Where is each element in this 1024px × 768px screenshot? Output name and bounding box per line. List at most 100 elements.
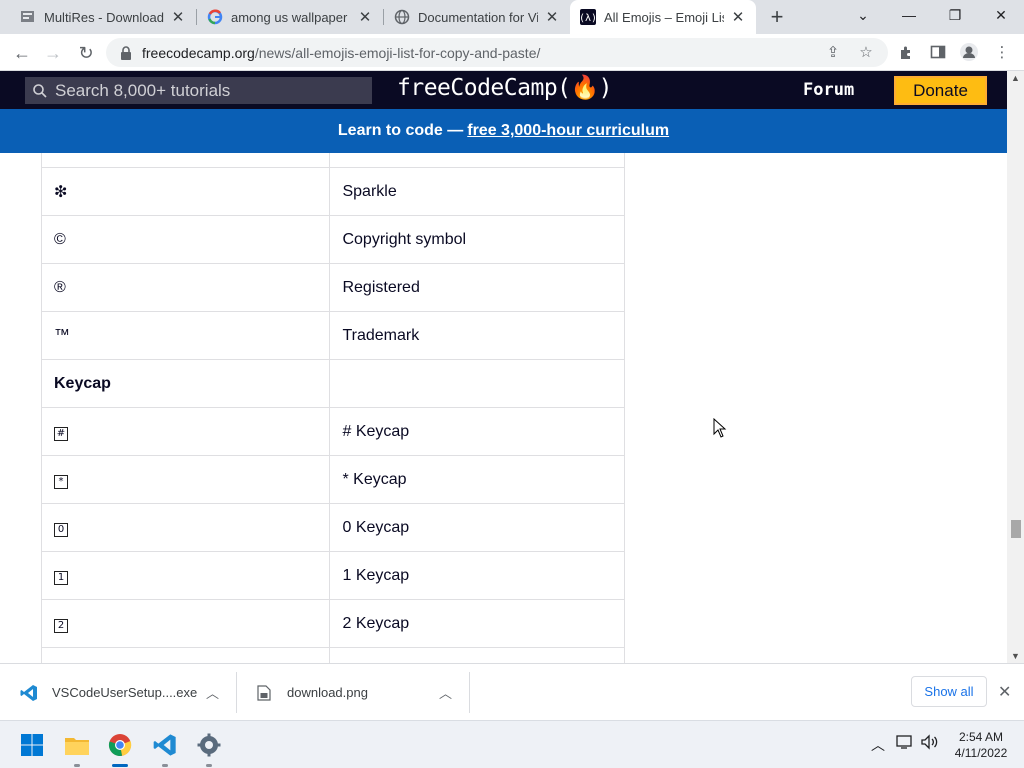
file-icon — [255, 684, 273, 702]
url-host: freecodecamp.org — [142, 44, 255, 61]
browser-toolbar: ← → ↻ freecodecamp.org/news/all-emojis-e… — [0, 34, 1024, 71]
file-explorer-icon[interactable] — [61, 729, 93, 761]
table-row: 0 0 Keycap — [41, 503, 625, 552]
emoji-cell: ❇ — [41, 167, 331, 216]
emoji-description-cell: Registered — [329, 263, 625, 312]
tab-documentation[interactable]: Documentation for Vis ✕ — [384, 0, 570, 34]
vscode-icon[interactable] — [149, 729, 181, 761]
address-bar[interactable]: freecodecamp.org/news/all-emojis-emoji-l… — [106, 38, 888, 67]
side-panel-icon[interactable] — [927, 41, 949, 63]
donate-button[interactable]: Donate — [894, 76, 987, 105]
table-row — [41, 647, 625, 663]
close-window-button[interactable]: ✕ — [978, 0, 1024, 30]
mouse-cursor-icon — [713, 418, 727, 438]
emoji-description-cell: 2 Keycap — [329, 599, 625, 648]
tab-search-button[interactable]: ⌄ — [840, 0, 886, 30]
scroll-thumb[interactable] — [1011, 520, 1021, 538]
forward-button[interactable]: → — [40, 40, 66, 66]
table-row: ❇ Sparkle — [41, 167, 625, 216]
globe-icon — [394, 9, 410, 25]
tab-google[interactable]: among us wallpaper - G ✕ — [197, 0, 383, 34]
download-filename: download.png — [287, 685, 368, 700]
emoji-cell: 0 — [41, 503, 331, 552]
download-item-vscode[interactable]: VSCodeUserSetup....exe ︿ — [20, 664, 235, 721]
settings-icon[interactable] — [193, 729, 225, 761]
clock-time: 2:54 AM — [958, 730, 1004, 744]
app-indicator — [206, 764, 212, 767]
minimize-button[interactable]: — — [886, 0, 932, 30]
search-input[interactable]: Search 8,000+ tutorials — [25, 77, 372, 104]
emoji-cell: © — [41, 215, 331, 264]
app-indicator — [162, 764, 168, 767]
close-icon[interactable]: ✕ — [170, 9, 186, 26]
learn-banner: Learn to code — free 3,000-hour curricul… — [0, 109, 1007, 153]
scroll-down-arrow[interactable]: ▼ — [1011, 651, 1020, 661]
reload-button[interactable]: ↻ — [73, 40, 99, 66]
search-placeholder: Search 8,000+ tutorials — [55, 80, 231, 100]
banner-text: Learn to code — — [337, 122, 464, 139]
extensions-icon[interactable] — [895, 41, 917, 63]
keycap-glyph: 1 — [54, 570, 68, 585]
close-icon[interactable]: ✕ — [357, 9, 373, 26]
emoji-cell: * — [41, 455, 331, 504]
emoji-description-cell: # Keycap — [329, 407, 625, 456]
download-bar: VSCodeUserSetup....exe ︿ download.png ︿ … — [0, 663, 1024, 720]
close-icon[interactable]: ✕ — [730, 9, 746, 26]
fcc-navbar: Search 8,000+ tutorials freeCodeCamp(🔥) … — [0, 71, 1007, 109]
emoji-description-cell — [329, 359, 625, 408]
download-filename: VSCodeUserSetup....exe — [52, 685, 198, 700]
restore-button[interactable]: ❐ — [932, 0, 978, 30]
table-row: ™ Trademark — [41, 311, 625, 360]
table-row: * * Keycap — [41, 455, 625, 504]
page-scrollbar[interactable]: ▲ ▼ — [1007, 71, 1024, 663]
search-icon — [33, 83, 47, 98]
show-hidden-icons-chevron-icon[interactable]: ︿ — [871, 735, 885, 755]
keycap-glyph: 0 — [54, 522, 68, 537]
volume-icon[interactable] — [920, 734, 940, 753]
network-icon[interactable] — [896, 734, 914, 753]
chevron-up-icon[interactable]: ︿ — [439, 683, 452, 702]
curriculum-link[interactable]: free 3,000-hour curriculum — [467, 122, 669, 140]
emoji-cell — [41, 153, 331, 168]
freecodecamp-logo[interactable]: freeCodeCamp(🔥) — [397, 74, 613, 101]
close-icon[interactable]: ✕ — [544, 9, 560, 26]
keycap-glyph: 2 — [54, 618, 68, 633]
emoji-cell — [41, 647, 331, 663]
chrome-icon[interactable] — [104, 729, 136, 761]
chevron-up-icon[interactable]: ︿ — [206, 683, 219, 702]
show-all-button[interactable]: Show all — [911, 676, 987, 707]
tab-strip: MultiRes - Download ✕ among us wallpaper… — [0, 0, 1024, 34]
profile-avatar-icon[interactable] — [958, 41, 980, 63]
close-download-bar-icon[interactable]: ✕ — [998, 682, 1011, 702]
group-heading-cell: Keycap — [41, 359, 331, 408]
table-row: # # Keycap — [41, 407, 625, 456]
back-button[interactable]: ← — [9, 40, 35, 66]
table-row: 1 1 Keycap — [41, 551, 625, 600]
table-row: Keycap — [41, 359, 625, 408]
download-item-png[interactable]: download.png ︿ — [255, 664, 468, 721]
windows-start-icon[interactable] — [16, 729, 48, 761]
tab-multires[interactable]: MultiRes - Download ✕ — [10, 0, 196, 34]
tab-title: MultiRes - Download — [44, 9, 164, 25]
scroll-up-arrow[interactable]: ▲ — [1011, 73, 1020, 83]
share-icon[interactable]: ⇪ — [822, 41, 844, 63]
windows-taskbar: ︿ 2:54 AM 4/11/2022 — [0, 720, 1024, 768]
new-tab-button[interactable]: + — [764, 4, 790, 29]
bookmark-star-icon[interactable]: ☆ — [855, 41, 877, 63]
clock-date: 4/11/2022 — [954, 746, 1008, 760]
download-divider — [236, 672, 237, 713]
forum-link[interactable]: Forum — [803, 80, 854, 100]
system-clock[interactable]: 2:54 AM 4/11/2022 — [946, 729, 1016, 761]
page-viewport: Search 8,000+ tutorials freeCodeCamp(🔥) … — [0, 71, 1007, 663]
app-indicator — [74, 764, 80, 767]
emoji-description-cell: Sparkle — [329, 167, 625, 216]
app-indicator-active — [112, 764, 128, 767]
emoji-table: Signup❇Sparkle©Copyright symbol®Register… — [41, 153, 625, 663]
emoji-description-cell: Copyright symbol — [329, 215, 625, 264]
svg-text:(λ): (λ) — [580, 13, 596, 24]
emoji-description-cell: Signup — [329, 153, 625, 168]
emoji-description-cell: 0 Keycap — [329, 503, 625, 552]
emoji-description-cell — [329, 647, 625, 663]
tab-all-emojis[interactable]: (λ) All Emojis – Emoji List f ✕ — [570, 0, 756, 34]
menu-kebab-icon[interactable]: ⋮ — [991, 41, 1013, 63]
